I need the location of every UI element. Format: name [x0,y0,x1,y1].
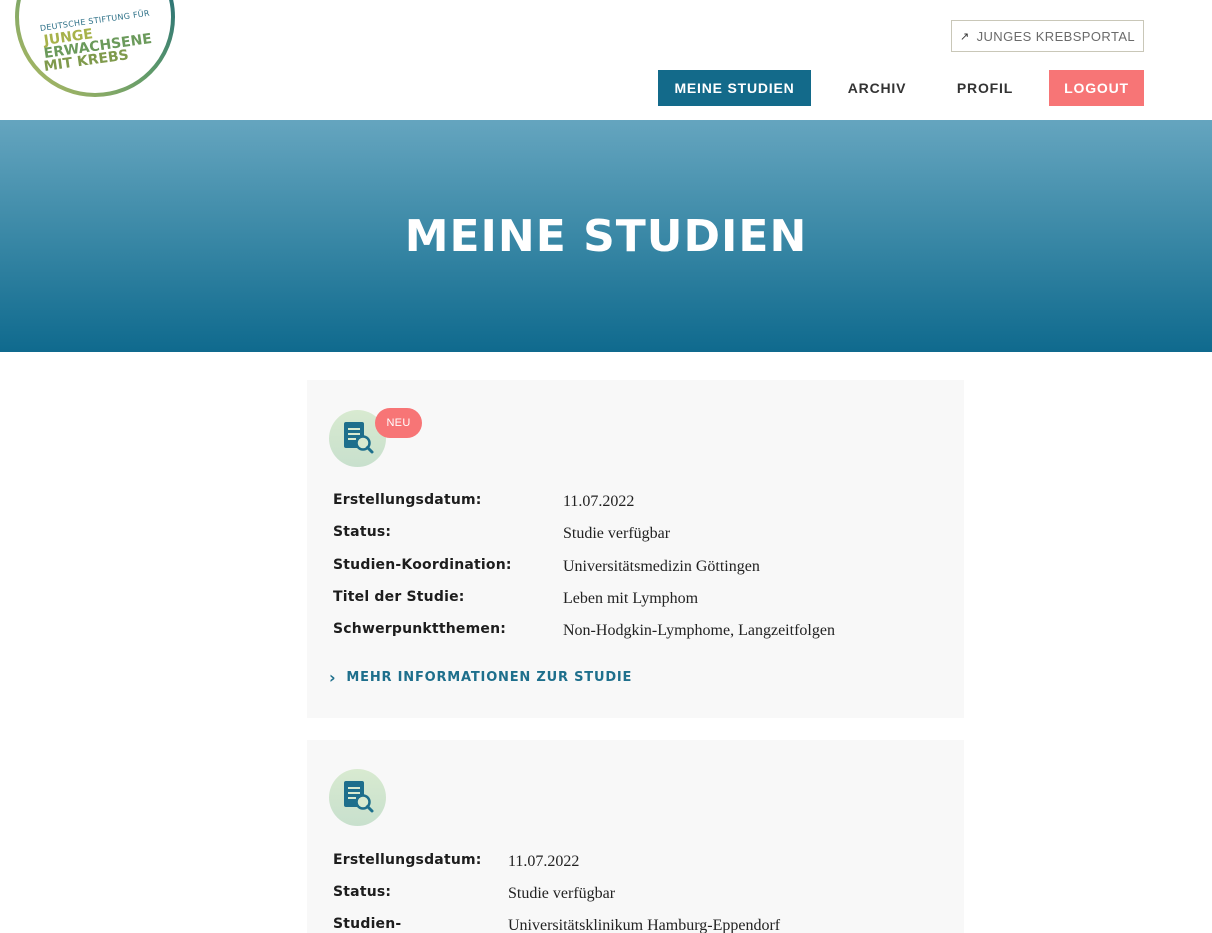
study-card: NEU Erstellungsdatum: 11.07.2022 Status:… [307,380,964,718]
field-label: Erstellungsdatum: [333,492,482,508]
foundation-logo[interactable]: DEUTSCHE STIFTUNG FÜR JUNGE ERWACHSENE M… [14,0,176,98]
nav-profil-label: PROFIL [956,80,1014,96]
field-value: Universitätsklinikum Hamburg-Eppendorf [508,917,781,933]
field-label: Erstellungsdatum: [333,852,482,868]
nav-profil[interactable]: PROFIL [946,70,1024,106]
new-badge-label: NEU [386,417,411,429]
logo-wordmark: DEUTSCHE STIFTUNG FÜR JUNGE ERWACHSENE M… [38,9,153,75]
hero-banner: MEINE STUDIEN [0,120,1212,352]
study-document-search-icon [329,769,386,826]
field-value: Leben mit Lymphom [563,590,699,607]
study-card: Erstellungsdatum: 11.07.2022 Status: Stu… [307,740,964,933]
field-label: Status: [333,884,392,900]
nav-meine-studien-label: MEINE STUDIEN [674,80,795,96]
chevron-right-icon: › [329,668,337,687]
field-label: Studien- [333,916,402,932]
field-value: Studie verfügbar [508,885,616,902]
page-title: MEINE STUDIEN [404,210,808,262]
junges-krebsportal-link[interactable]: ↗ JUNGES KREBSPORTAL [951,20,1144,52]
field-value: Studie verfügbar [563,525,671,542]
nav-meine-studien[interactable]: MEINE STUDIEN [658,70,811,106]
external-arrow-icon: ↗ [959,30,970,43]
field-label: Schwerpunktthemen: [333,621,507,637]
new-badge: NEU [375,408,422,438]
field-value: Universitätsmedizin Göttingen [563,558,760,575]
more-info-link[interactable]: › MEHR INFORMATIONEN ZUR STUDIE [329,668,632,687]
field-label: Studien-Koordination: [333,557,512,573]
logout-label: LOGOUT [1064,80,1129,96]
field-value: Non-Hodgkin-Lymphome, Langzeitfolgen [563,622,835,639]
field-label: Status: [333,524,392,540]
field-value: 11.07.2022 [508,853,580,870]
portal-link-label: JUNGES KREBSPORTAL [976,28,1136,44]
nav-archiv-label: ARCHIV [847,80,907,96]
field-value: 11.07.2022 [563,493,635,510]
field-label: Titel der Studie: [333,589,465,605]
nav-archiv[interactable]: ARCHIV [836,70,918,106]
logout-button[interactable]: LOGOUT [1049,70,1144,106]
more-info-label: MEHR INFORMATIONEN ZUR STUDIE [346,670,633,685]
site-header: DEUTSCHE STIFTUNG FÜR JUNGE ERWACHSENE M… [0,0,1212,120]
